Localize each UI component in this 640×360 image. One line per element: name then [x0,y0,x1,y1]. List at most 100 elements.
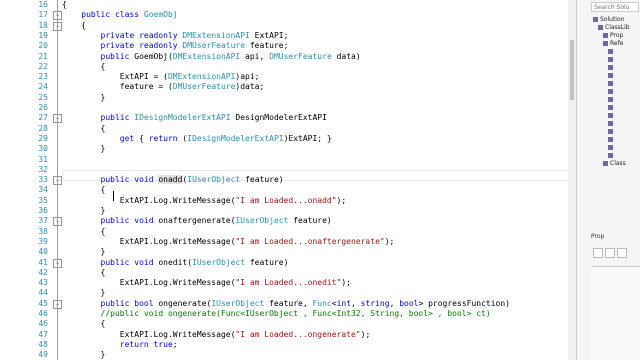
tree-item[interactable] [608,120,615,128]
line-number: 38 [38,226,48,236]
code-line[interactable]: } [62,247,106,257]
line-number: 23 [38,72,48,82]
code-line[interactable]: public void onedit(IUserObject feature) [62,258,289,268]
tree-node-icon [603,161,608,166]
alphabetical-button[interactable] [605,248,615,258]
tree-item[interactable] [608,64,615,72]
tree-item[interactable]: Refe [603,40,623,48]
tree-item[interactable] [608,128,615,136]
line-number: 48 [38,339,48,349]
properties-button[interactable] [617,248,627,258]
code-line[interactable]: { [62,227,106,237]
code-line[interactable]: public void onaftergenerate(IUserObject … [62,216,332,226]
tree-item[interactable] [608,96,615,104]
line-number: 24 [38,82,48,92]
code-line[interactable]: ExtAPI.Log.WriteMessage("I am Loaded...o… [62,196,346,206]
line-number: 49 [38,350,48,360]
code-line[interactable]: private readonly DMUserFeature feature; [62,41,289,51]
code-line[interactable]: public IDesignModelerExtAPI DesignModele… [62,113,327,123]
tree-item[interactable]: ClassLib [598,24,630,32]
code-line[interactable]: public void onadd(IUserObject feature) [62,175,284,185]
code-line[interactable]: } [62,206,106,216]
line-number: 22 [38,61,48,71]
tree-item[interactable] [608,48,615,56]
line-number: 47 [38,329,48,339]
code-editor[interactable]: 16 17 18 19 20 21 22 23 24 25 26 27 28 29 30 31 32 33 34 35… [0,0,576,360]
tree-item[interactable] [608,112,615,120]
line-number: 33 [38,175,48,185]
line-number: 46 [38,309,48,318]
scrollbar-thumb[interactable] [570,40,574,100]
code-line[interactable]: feature = (DMUserFeature)data; [62,82,265,92]
tree-node-icon [608,57,613,62]
code-line[interactable]: ExtAPI.Log.WriteMessage("I am Loaded...o… [62,278,351,288]
code-line[interactable]: { [62,62,106,72]
solution-explorer-panel: Search Solu Solution ClassLib Prop Refe Clas… [576,0,640,360]
tree-node-icon [608,105,613,110]
line-number: 41 [38,257,48,267]
line-number: 44 [38,288,48,298]
code-line[interactable]: get { return (IDesignModelerExtAPI)ExtAP… [62,134,332,144]
line-number: 34 [38,185,48,195]
outline-margin: −−−−−−− [52,0,62,360]
line-number: 40 [38,247,48,257]
tree-item[interactable] [608,80,615,88]
code-line[interactable]: } [62,350,106,360]
tree-node-icon [608,153,613,158]
line-number: 42 [38,267,48,277]
tree-node-icon [608,129,613,134]
tree-item[interactable] [608,144,615,152]
tree-item-label: Prop [610,32,624,39]
line-number: 28 [38,123,48,133]
tree-item-label: Solution [600,16,625,23]
tree-item[interactable] [608,88,615,96]
code-line[interactable]: ExtAPI.Log.WriteMessage("I am Loaded...o… [62,237,395,247]
text-cursor [113,191,114,201]
tree-item[interactable]: Class [603,160,626,168]
code-line[interactable]: { [62,319,106,329]
code-line[interactable]: { [62,185,106,195]
code-line[interactable]: { [62,124,106,134]
solution-search-input[interactable]: Search Solu [591,2,639,12]
code-line[interactable]: { [62,0,67,10]
tree-item[interactable]: Prop [603,32,623,40]
tree-item[interactable] [608,136,615,144]
code-line[interactable]: { [62,268,106,278]
line-number: 26 [38,103,48,112]
line-number: 21 [38,51,48,61]
code-line[interactable]: public class GoemObj [62,10,177,20]
line-number: 37 [38,216,48,226]
code-line[interactable]: ExtAPI.Log.WriteMessage("I am Loaded...o… [62,330,370,340]
line-number: 19 [38,30,48,40]
code-line[interactable]: //public void ongenerate(Func<IUserObjec… [62,309,491,319]
tree-item[interactable] [608,104,615,112]
tree-node-icon [593,17,598,22]
tree-item[interactable]: Solution [593,16,624,24]
properties-grid[interactable] [591,266,640,360]
code-line[interactable]: } [62,93,106,103]
outline-line [57,0,58,360]
categorized-button[interactable] [593,248,603,258]
tree-node-icon [608,65,613,70]
code-line[interactable]: public bool ongenerate(IUserObject featu… [62,299,510,309]
line-number: 45 [38,298,48,308]
tree-item[interactable] [608,152,615,160]
tree-item[interactable] [608,72,615,80]
properties-panel-title: Prop [591,233,605,240]
tree-node-icon [608,121,613,126]
line-number: 29 [38,133,48,143]
line-number: 43 [38,278,48,288]
code-line[interactable]: } [62,144,106,154]
tree-node-icon [603,33,608,38]
tree-node-icon [598,25,603,30]
code-line[interactable]: return true; [62,340,178,350]
code-line[interactable]: ExtAPI = (DMExtensionAPI)api; [62,72,260,82]
code-line[interactable]: { [62,21,86,31]
tree-node-icon [608,113,613,118]
line-number: 31 [38,154,48,164]
code-line[interactable]: public GoemObj(DMExtensionAPI api, DMUse… [62,52,361,62]
code-line[interactable]: private readonly DMExtensionAPI ExtAPI; [62,31,289,41]
tree-item[interactable] [608,56,615,64]
tree-node-icon [608,145,613,150]
code-line[interactable]: } [62,288,106,298]
